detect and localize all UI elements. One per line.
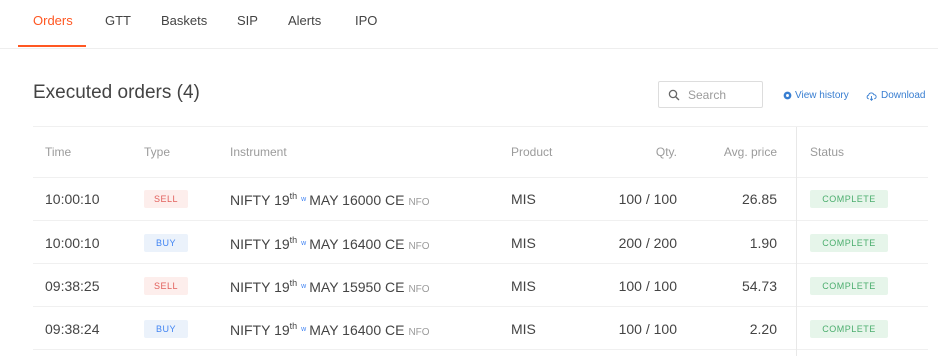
order-product: MIS: [511, 321, 536, 337]
tab-orders[interactable]: Orders: [33, 13, 73, 28]
instrument-contract: MAY 15950 CE: [309, 279, 405, 295]
history-icon: [783, 91, 792, 100]
search-input[interactable]: [688, 83, 758, 106]
status-column-divider: [796, 127, 797, 356]
column-header-time[interactable]: Time: [45, 145, 71, 159]
order-time: 10:00:10: [45, 191, 100, 207]
order-time: 09:38:24: [45, 321, 100, 337]
instrument-ordinal: th: [289, 235, 298, 245]
row-divider: [33, 263, 928, 264]
instrument-base: NIFTY 19: [230, 192, 290, 208]
instrument-name: NIFTY 19th w MAY 16000 CE NFO: [230, 191, 430, 208]
column-header-instrument[interactable]: Instrument: [230, 145, 287, 159]
instrument-base: NIFTY 19: [230, 279, 290, 295]
order-product: MIS: [511, 191, 536, 207]
table-header-border: [33, 177, 928, 178]
order-avg-price: 1.90: [749, 235, 777, 251]
tab-alerts[interactable]: Alerts: [288, 13, 321, 28]
order-time: 09:38:25: [45, 278, 100, 294]
weekly-marker: w: [301, 326, 307, 333]
order-qty: 200 / 200: [618, 235, 677, 251]
instrument-name: NIFTY 19th w MAY 16400 CE NFO: [230, 235, 430, 252]
instrument-ordinal: th: [289, 191, 298, 201]
instrument-base: NIFTY 19: [230, 322, 290, 338]
download-link[interactable]: Download: [881, 90, 925, 101]
tab-baskets[interactable]: Baskets: [161, 13, 207, 28]
instrument-contract: MAY 16400 CE: [309, 236, 405, 252]
exchange-label: NFO: [408, 197, 430, 208]
weekly-marker: w: [301, 240, 307, 247]
order-avg-price: 2.20: [749, 321, 777, 337]
status-badge: COMPLETE: [810, 277, 888, 295]
status-badge: COMPLETE: [810, 320, 888, 338]
instrument-ordinal: th: [289, 321, 298, 331]
order-type-badge: SELL: [144, 190, 188, 208]
row-divider: [33, 220, 928, 221]
row-divider: [33, 306, 928, 307]
instrument-contract: MAY 16000 CE: [309, 192, 405, 208]
order-qty: 100 / 100: [618, 278, 677, 294]
table-top-border: [33, 126, 928, 127]
instrument-name: NIFTY 19th w MAY 16400 CE NFO: [230, 321, 430, 338]
order-type-badge: SELL: [144, 277, 188, 295]
view-history-link[interactable]: View history: [795, 90, 849, 101]
search-icon: [668, 89, 680, 101]
order-type-badge: BUY: [144, 320, 188, 338]
exchange-label: NFO: [408, 327, 430, 338]
column-header-product[interactable]: Product: [511, 145, 552, 159]
tab-gtt[interactable]: GTT: [105, 13, 131, 28]
column-header-type[interactable]: Type: [144, 145, 170, 159]
order-time: 10:00:10: [45, 235, 100, 251]
exchange-label: NFO: [408, 284, 430, 295]
instrument-ordinal: th: [289, 278, 298, 288]
status-badge: COMPLETE: [810, 190, 888, 208]
tab-sip[interactable]: SIP: [237, 13, 258, 28]
order-qty: 100 / 100: [618, 321, 677, 337]
weekly-marker: w: [301, 283, 307, 290]
order-avg-price: 26.85: [741, 191, 777, 207]
page-title: Executed orders (4): [33, 82, 200, 103]
download-icon: [866, 92, 877, 101]
tab-bar: Orders GTT Baskets SIP Alerts IPO: [0, 0, 938, 49]
status-badge: COMPLETE: [810, 234, 888, 252]
column-header-qty[interactable]: Qty.: [618, 145, 677, 159]
weekly-marker: w: [301, 196, 307, 203]
order-product: MIS: [511, 235, 536, 251]
row-divider: [33, 349, 928, 350]
instrument-base: NIFTY 19: [230, 236, 290, 252]
column-header-status[interactable]: Status: [810, 145, 844, 159]
instrument-contract: MAY 16400 CE: [309, 322, 405, 338]
active-tab-indicator: [18, 45, 86, 47]
order-qty: 100 / 100: [618, 191, 677, 207]
tab-ipo[interactable]: IPO: [355, 13, 377, 28]
order-type-badge: BUY: [144, 234, 188, 252]
column-header-avg-price[interactable]: Avg. price: [697, 145, 777, 159]
order-avg-price: 54.73: [741, 278, 777, 294]
order-product: MIS: [511, 278, 536, 294]
exchange-label: NFO: [408, 241, 430, 252]
instrument-name: NIFTY 19th w MAY 15950 CE NFO: [230, 278, 430, 295]
